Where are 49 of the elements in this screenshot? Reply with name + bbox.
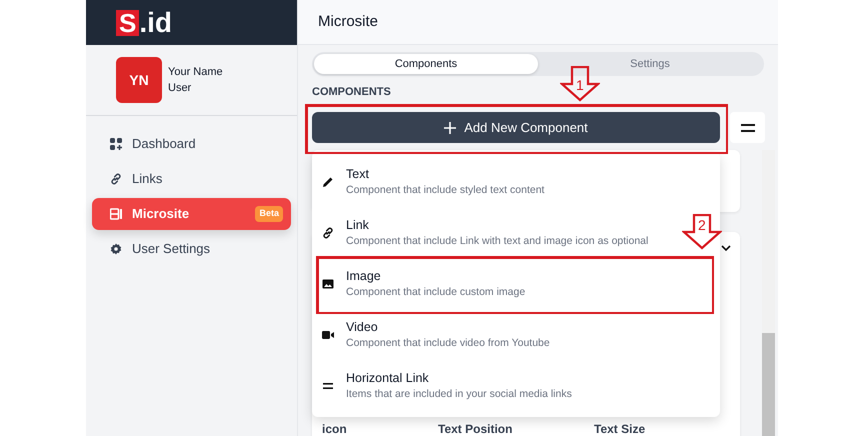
- nav-item[interactable]: User Settings: [92, 233, 291, 265]
- page-title: Microsite: [318, 12, 378, 32]
- tab[interactable]: Settings: [538, 54, 762, 74]
- chevron-down-icon: [721, 244, 731, 252]
- menu-item-description: Component that include Link with text and image icon as optional: [346, 234, 648, 248]
- beta-badge: Beta: [255, 206, 283, 222]
- field-label: Text Size: [594, 421, 646, 436]
- field-label: icon: [322, 421, 347, 436]
- video-camera-icon: [322, 328, 334, 340]
- menu-item-title: Link: [346, 216, 370, 234]
- menu-item[interactable]: Image Component that include custom image: [312, 258, 720, 309]
- nav-item[interactable]: Dashboard: [92, 128, 291, 160]
- nav-item[interactable]: Microsite Beta: [92, 198, 291, 230]
- user-role: User: [168, 81, 192, 96]
- step-number: 2: [698, 218, 706, 232]
- logo-text: .id: [139, 10, 172, 36]
- menu-button[interactable]: [730, 112, 765, 143]
- scrollbar[interactable]: [762, 150, 775, 436]
- menu-item-description: Component that include video from Youtube: [346, 336, 550, 350]
- menu-item-title: Video: [346, 318, 379, 336]
- user-name: Your Name: [168, 65, 223, 80]
- menu-item-title: Image: [346, 268, 382, 284]
- down-arrow-icon: [560, 66, 600, 102]
- nav-item[interactable]: Links: [92, 163, 291, 195]
- dashboard-icon: [110, 138, 122, 150]
- add-component-button[interactable]: Add New Component: [312, 112, 720, 143]
- settings-icon: [110, 243, 122, 255]
- tab[interactable]: Components: [314, 54, 538, 74]
- menu-icon: [740, 122, 754, 132]
- avatar: YN: [116, 57, 162, 103]
- logo-mark: S: [116, 10, 140, 36]
- image-icon: [322, 278, 334, 290]
- menu-item[interactable]: Horizontal Link Items that are included in your social media links: [312, 360, 720, 411]
- menu-item-title: Text: [346, 166, 370, 182]
- menu-item[interactable]: Video Component that include video from Youtube: [312, 309, 720, 360]
- menu-item-description: Component that include custom image: [346, 284, 526, 300]
- link-icon: [110, 173, 122, 185]
- menu-item-description: Component that include styled text content: [346, 182, 544, 198]
- menu-item-title: Horizontal Link: [346, 370, 430, 386]
- pencil-icon: [322, 176, 334, 188]
- link-icon: [322, 226, 334, 238]
- menu-item-description: Items that are included in your social media links: [346, 386, 572, 402]
- down-arrow-icon: [682, 214, 722, 250]
- plus-icon: [444, 122, 456, 134]
- layout-icon: [110, 208, 122, 220]
- step-number: 1: [576, 78, 584, 92]
- menu-item[interactable]: Text Component that include styled text content: [312, 156, 720, 207]
- field-label: Text Position: [438, 421, 512, 436]
- section-label: COMPONENTS: [312, 86, 392, 99]
